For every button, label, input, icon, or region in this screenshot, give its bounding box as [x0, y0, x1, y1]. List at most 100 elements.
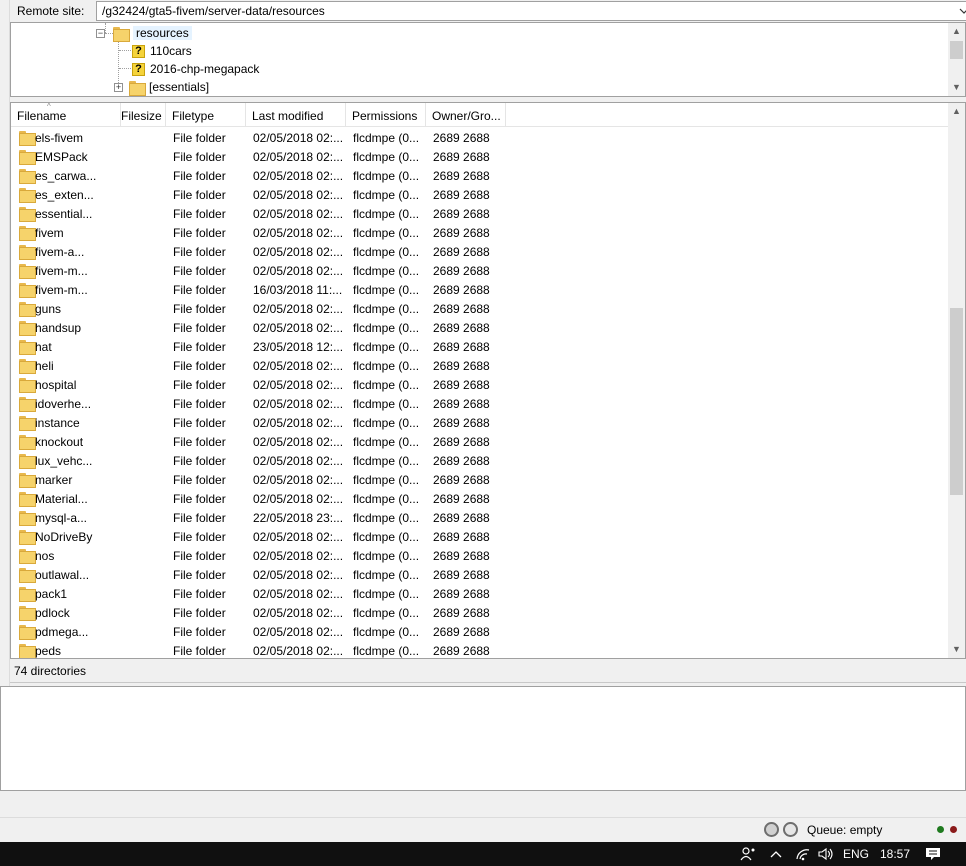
- cell-filetype: File folder: [173, 625, 226, 639]
- scroll-down-icon[interactable]: ▼: [948, 79, 965, 96]
- folder-icon: [19, 644, 36, 658]
- tree-scrollbar[interactable]: ▲ ▼: [948, 23, 965, 96]
- tree-item-essentials[interactable]: + [essentials]: [114, 78, 209, 96]
- cell-filename: fivem: [35, 226, 64, 240]
- table-row[interactable]: essential... File folder 02/05/2018 02:...…: [11, 204, 949, 223]
- table-row[interactable]: pack1 File folder 02/05/2018 02:... flcdmpe…: [11, 584, 949, 603]
- cell-owner-group: 2689 2688: [433, 397, 490, 411]
- chevron-up-icon[interactable]: [770, 850, 782, 858]
- cell-filetype: File folder: [173, 207, 226, 221]
- cell-last-modified: 02/05/2018 02:...: [253, 625, 344, 639]
- wifi-icon[interactable]: [795, 847, 811, 861]
- queue-status: Queue: empty: [807, 823, 883, 837]
- cell-filetype: File folder: [173, 397, 226, 411]
- column-filesize[interactable]: Filesize: [121, 103, 166, 127]
- cell-owner-group: 2689 2688: [433, 492, 490, 506]
- table-row[interactable]: es_exten... File folder 02/05/2018 02:... f…: [11, 185, 949, 204]
- cell-filename: NoDriveBy: [35, 530, 93, 544]
- table-row[interactable]: fivem-m... File folder 16/03/2018 11:... fl…: [11, 280, 949, 299]
- column-last-modified[interactable]: Last modified: [246, 103, 346, 127]
- table-row[interactable]: es_carwa... File folder 02/05/2018 02:... f…: [11, 166, 949, 185]
- cell-filetype: File folder: [173, 378, 226, 392]
- cell-filename: fivem-a...: [35, 245, 85, 259]
- cell-owner-group: 2689 2688: [433, 207, 490, 221]
- cell-owner-group: 2689 2688: [433, 568, 490, 582]
- table-row[interactable]: knockout File folder 02/05/2018 02:... flcd…: [11, 432, 949, 451]
- cell-filename: es_carwa...: [35, 169, 97, 183]
- people-icon[interactable]: [740, 847, 756, 861]
- remote-directory-tree[interactable]: − resources ? 110cars ? 2016-chp-megapac…: [10, 22, 966, 97]
- cell-filetype: File folder: [173, 549, 226, 563]
- table-row[interactable]: lux_vehc... File folder 02/05/2018 02:... f…: [11, 451, 949, 470]
- cell-filename: pdmega...: [35, 625, 89, 639]
- table-row[interactable]: fivem-m... File folder 02/05/2018 02:... fl…: [11, 261, 949, 280]
- table-row[interactable]: fivem-a... File folder 02/05/2018 02:... fl…: [11, 242, 949, 261]
- table-row[interactable]: fivem File folder 02/05/2018 02:... flcdmpe…: [11, 223, 949, 242]
- cell-filetype: File folder: [173, 435, 226, 449]
- scroll-up-icon[interactable]: ▲: [948, 103, 965, 120]
- tree-item-110cars[interactable]: ? 110cars: [132, 42, 192, 60]
- column-owner-group[interactable]: Owner/Gro...: [426, 103, 506, 127]
- send-led-icon: [950, 826, 957, 833]
- cell-last-modified: 02/05/2018 02:...: [253, 492, 344, 506]
- tree-item-resources[interactable]: − resources: [96, 24, 192, 42]
- chevron-down-icon[interactable]: [959, 5, 966, 17]
- table-row[interactable]: handsup File folder 02/05/2018 02:... flcdm…: [11, 318, 949, 337]
- remote-file-list[interactable]: ^ Filename Filesize Filetype Last modifi…: [10, 102, 966, 659]
- table-row[interactable]: Material... File folder 02/05/2018 02:... f…: [11, 489, 949, 508]
- cell-permissions: flcdmpe (0...: [353, 397, 420, 411]
- cell-permissions: flcdmpe (0...: [353, 435, 420, 449]
- collapse-icon[interactable]: −: [96, 28, 105, 38]
- language-indicator[interactable]: ENG: [843, 847, 869, 861]
- speed-limit-icon[interactable]: [783, 822, 798, 837]
- table-row[interactable]: NoDriveBy File folder 02/05/2018 02:... flc…: [11, 527, 949, 546]
- cell-permissions: flcdmpe (0...: [353, 207, 420, 221]
- clock[interactable]: 18:57: [880, 847, 910, 861]
- table-row[interactable]: hospital File folder 02/05/2018 02:... flcd…: [11, 375, 949, 394]
- scroll-up-icon[interactable]: ▲: [948, 23, 965, 40]
- cell-last-modified: 16/03/2018 11:...: [253, 283, 343, 297]
- transfer-queue-pane[interactable]: [0, 686, 966, 791]
- table-row[interactable]: pdlock File folder 02/05/2018 02:... flcdmp…: [11, 603, 949, 622]
- folder-icon: [19, 568, 36, 583]
- table-row[interactable]: marker File folder 02/05/2018 02:... flcdmp…: [11, 470, 949, 489]
- expand-icon[interactable]: +: [114, 82, 123, 92]
- column-permissions[interactable]: Permissions: [346, 103, 426, 127]
- table-row[interactable]: EMSPack File folder 02/05/2018 02:... flcdm…: [11, 147, 949, 166]
- table-row[interactable]: outlawal... File folder 02/05/2018 02:... f…: [11, 565, 949, 584]
- cell-filename: Material...: [35, 492, 88, 506]
- table-row[interactable]: instance File folder 02/05/2018 02:... flcd…: [11, 413, 949, 432]
- unknown-icon: ?: [132, 44, 145, 58]
- cell-last-modified: 02/05/2018 02:...: [253, 606, 344, 620]
- scroll-down-icon[interactable]: ▼: [948, 641, 965, 658]
- notifications-icon[interactable]: [925, 847, 941, 861]
- table-row[interactable]: guns File folder 02/05/2018 02:... flcdmpe …: [11, 299, 949, 318]
- volume-icon[interactable]: [818, 847, 834, 861]
- tree-item-2016-chp-megapack[interactable]: ? 2016-chp-megapack: [132, 60, 259, 78]
- table-row[interactable]: pdmega... File folder 02/05/2018 02:... flc…: [11, 622, 949, 641]
- column-filetype[interactable]: Filetype: [166, 103, 246, 127]
- table-row[interactable]: hat File folder 23/05/2018 12:... flcdmpe (…: [11, 337, 949, 356]
- cell-last-modified: 02/05/2018 02:...: [253, 416, 344, 430]
- tree-scrollbar-thumb[interactable]: [950, 41, 963, 59]
- table-row[interactable]: heli File folder 02/05/2018 02:... flcdmpe …: [11, 356, 949, 375]
- cell-last-modified: 02/05/2018 02:...: [253, 454, 344, 468]
- table-row[interactable]: els-fivem File folder 02/05/2018 02:... flc…: [11, 128, 949, 147]
- remote-path-input[interactable]: /g32424/gta5-fivem/server-data/resources: [96, 1, 966, 21]
- cell-owner-group: 2689 2688: [433, 549, 490, 563]
- cell-filename: hospital: [35, 378, 77, 392]
- table-row[interactable]: peds File folder 02/05/2018 02:... flcdmpe …: [11, 641, 949, 658]
- remote-site-label: Remote site:: [17, 4, 85, 18]
- file-list-scrollbar-thumb[interactable]: [950, 308, 963, 495]
- column-filename[interactable]: ^ Filename: [11, 103, 121, 127]
- cell-permissions: flcdmpe (0...: [353, 150, 420, 164]
- cell-filetype: File folder: [173, 226, 226, 240]
- table-row[interactable]: idoverhe... File folder 02/05/2018 02:... f…: [11, 394, 949, 413]
- table-row[interactable]: mysql-a... File folder 22/05/2018 23:... fl…: [11, 508, 949, 527]
- file-list-scrollbar[interactable]: ▲ ▼: [948, 103, 965, 658]
- folder-icon: [113, 26, 130, 42]
- gear-icon[interactable]: [764, 822, 779, 837]
- folder-icon: [19, 587, 36, 602]
- cell-permissions: flcdmpe (0...: [353, 492, 420, 506]
- table-row[interactable]: nos File folder 02/05/2018 02:... flcdmpe (…: [11, 546, 949, 565]
